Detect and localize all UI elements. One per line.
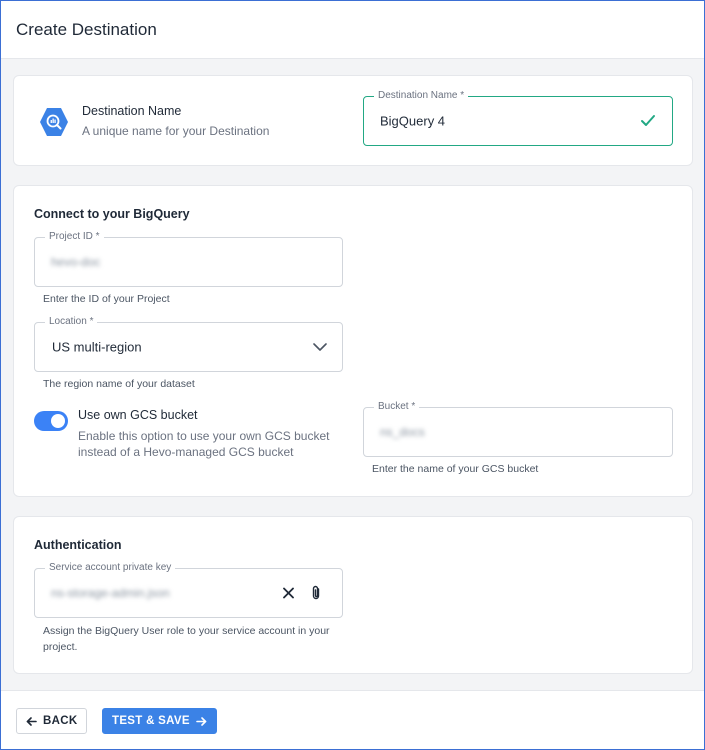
location-hint: The region name of your dataset	[43, 378, 195, 390]
destination-name-subtitle: A unique name for your Destination	[82, 124, 270, 138]
connect-section-title: Connect to your BigQuery	[34, 207, 190, 221]
connect-bigquery-card: Connect to your BigQuery Project ID * he…	[13, 185, 693, 497]
location-label: Location *	[45, 315, 98, 329]
project-id-label: Project ID *	[45, 230, 104, 244]
back-button[interactable]: BACK	[16, 708, 88, 734]
destination-name-label: Destination Name *	[374, 89, 469, 103]
arrow-right-icon	[196, 716, 207, 726]
back-button-label: BACK	[43, 715, 78, 727]
save-button-label: TEST & SAVE	[112, 715, 190, 727]
attach-file-icon[interactable]	[310, 585, 322, 601]
bucket-label: Bucket *	[374, 400, 420, 414]
gcs-toggle-label: Use own GCS bucket	[78, 408, 198, 422]
destination-name-input[interactable]: Destination Name * BigQuery 4	[363, 89, 673, 146]
chevron-down-icon[interactable]	[313, 343, 327, 352]
arrow-left-icon	[26, 716, 37, 726]
test-and-save-button[interactable]: TEST & SAVE	[102, 708, 217, 734]
gcs-toggle-description: Enable this option to use your own GCS b…	[78, 429, 330, 459]
private-key-label: Service account private key	[45, 561, 176, 575]
private-key-file-input[interactable]: Service account private key ns-storage-a…	[34, 561, 343, 618]
authentication-card: Authentication Service account private k…	[13, 516, 693, 674]
project-id-value: hevo-doc	[51, 255, 101, 269]
bigquery-icon	[40, 108, 68, 136]
clear-icon[interactable]	[283, 587, 294, 599]
destination-name-heading: Destination Name	[82, 104, 182, 118]
bucket-value: ns_docs	[380, 425, 425, 439]
create-destination-window: Create Destination Destination Name A un…	[0, 0, 705, 750]
project-id-input[interactable]: Project ID * hevo-doc	[34, 230, 343, 287]
page-header: Create Destination	[1, 1, 704, 59]
page-title: Create Destination	[16, 19, 157, 39]
private-key-value: ns-storage-admin.json	[51, 586, 170, 600]
gcs-bucket-toggle[interactable]	[34, 411, 68, 431]
private-key-hint: Assign the BigQuery User role to your se…	[43, 625, 330, 653]
project-id-hint: Enter the ID of your Project	[43, 293, 170, 305]
destination-name-value: BigQuery 4	[380, 113, 446, 129]
authentication-title: Authentication	[34, 538, 122, 552]
location-select[interactable]: Location * US multi-region	[34, 315, 343, 372]
destination-name-card: Destination Name A unique name for your …	[13, 75, 693, 166]
check-icon	[640, 114, 656, 128]
footer-bar: BACK TEST & SAVE	[1, 690, 704, 749]
toggle-knob	[51, 414, 65, 428]
location-value: US multi-region	[52, 339, 142, 355]
bucket-input[interactable]: Bucket * ns_docs	[363, 400, 673, 457]
bucket-hint: Enter the name of your GCS bucket	[372, 463, 539, 475]
